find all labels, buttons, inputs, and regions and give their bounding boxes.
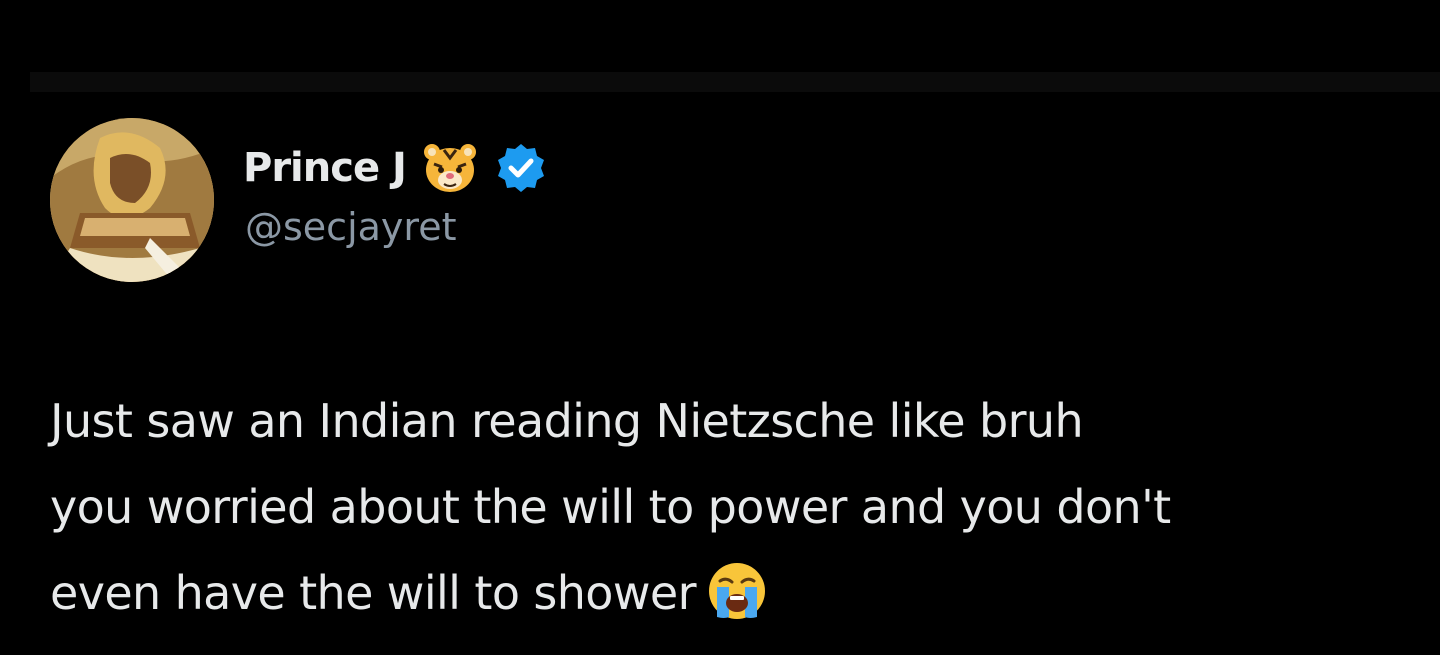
tweet-line: Just saw an Indian reading Nietzsche lik… <box>50 394 1084 448</box>
tweet-text: Just saw an Indian reading Nietzsche lik… <box>50 378 1435 636</box>
author-name-row: Prince J <box>243 140 548 196</box>
verified-badge-icon <box>494 141 548 195</box>
tiger-face-icon <box>420 140 480 196</box>
avatar-image <box>50 118 214 282</box>
tweet-line: you worried about the will to power and … <box>50 480 1171 534</box>
top-divider-bar <box>30 72 1440 92</box>
tweet-line-last: even have the will to shower <box>50 550 1435 636</box>
author-handle[interactable]: @secjayret <box>245 205 456 249</box>
tweet-line-text: even have the will to shower <box>50 566 696 620</box>
loudly-crying-face-icon <box>702 559 772 623</box>
avatar[interactable] <box>50 118 214 282</box>
display-name[interactable]: Prince J <box>243 145 407 191</box>
